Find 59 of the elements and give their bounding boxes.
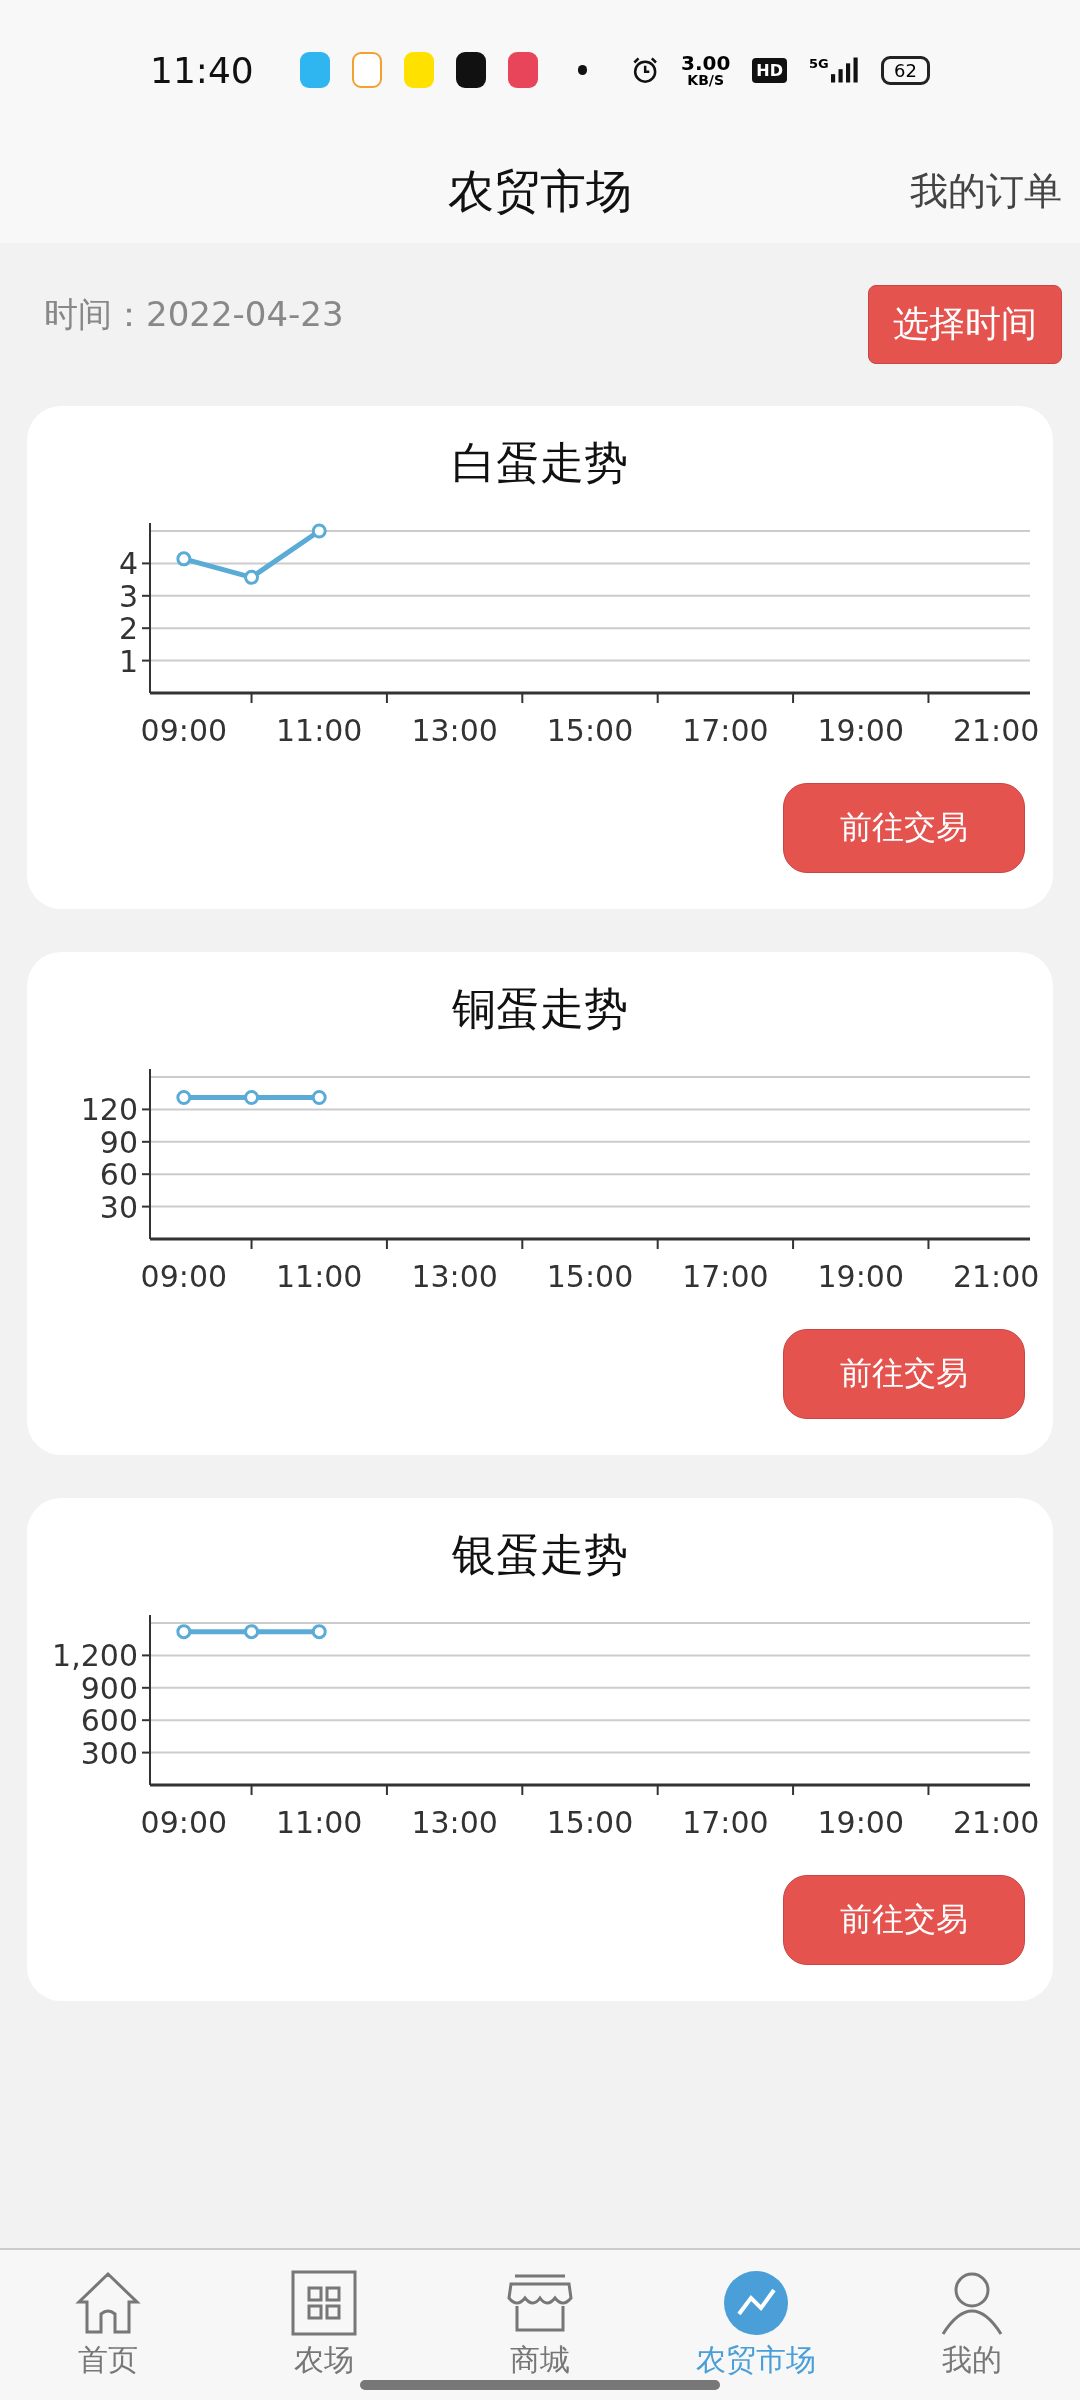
x-tick-label: 17:00: [682, 1805, 769, 1840]
battery-level: 62: [881, 55, 930, 85]
speed-unit: KB/S: [687, 73, 725, 87]
data-point: [176, 551, 192, 567]
x-tick-label: 13:00: [411, 713, 498, 748]
data-point: [311, 523, 327, 539]
app-icon: [508, 52, 539, 88]
x-tick-label: 17:00: [682, 713, 769, 748]
network-speed: 3.00: [681, 53, 731, 73]
trend-icon: [721, 2268, 791, 2338]
status-time: 11:40: [150, 49, 254, 91]
x-tick-label: 21:00: [952, 1805, 1040, 1840]
app-icon: [351, 52, 383, 88]
x-tick-label: 09:00: [140, 713, 228, 748]
x-tick-label: 15:00: [546, 1259, 634, 1294]
network-type: 5G: [809, 55, 829, 71]
nav-tab[interactable]: 首页: [8, 2250, 208, 2400]
x-tick-label: 21:00: [952, 1259, 1040, 1294]
chart-title: 铜蛋走势: [452, 982, 628, 1036]
x-tick-label: 19:00: [817, 713, 904, 748]
data-point: [244, 569, 260, 585]
x-tick-label: 11:00: [276, 1805, 363, 1840]
trade-button[interactable]: 前往交易: [783, 1875, 1025, 1965]
x-tick-label: 19:00: [817, 1805, 904, 1840]
select-time-button[interactable]: 选择时间: [868, 285, 1062, 364]
x-tick-label: 09:00: [140, 1259, 228, 1294]
app-icon: [456, 52, 487, 88]
data-point: [244, 1090, 260, 1105]
data-point: [176, 1090, 192, 1105]
hd-badge: HD: [752, 57, 788, 83]
chart-title: 白蛋走势: [452, 436, 628, 490]
app-icon: [299, 52, 330, 88]
data-point: [311, 1624, 327, 1640]
data-point: [176, 1624, 192, 1640]
chart-title: 银蛋走势: [452, 1528, 628, 1582]
grid-icon: [289, 2268, 359, 2338]
app-icon: [404, 52, 435, 88]
nav-tab[interactable]: 商城: [440, 2250, 640, 2400]
nav-tab[interactable]: 农贸市场: [656, 2250, 856, 2400]
date-label: 时间：2022-04-23: [44, 292, 344, 336]
data-point: [244, 1624, 260, 1640]
trade-button[interactable]: 前往交易: [783, 783, 1025, 873]
x-tick-label: 11:00: [276, 1259, 363, 1294]
x-tick-label: 13:00: [411, 1805, 498, 1840]
x-tick-label: 15:00: [546, 713, 634, 748]
signal-icon: [830, 55, 860, 85]
nav-tab[interactable]: 我的: [872, 2250, 1072, 2400]
my-orders-link[interactable]: 我的订单: [910, 166, 1062, 217]
nav-tab[interactable]: 农场: [224, 2250, 424, 2400]
x-tick-label: 15:00: [546, 1805, 634, 1840]
page-title: 农贸市场: [448, 162, 632, 220]
x-tick-label: 17:00: [682, 1259, 769, 1294]
x-tick-label: 11:00: [276, 713, 363, 748]
trade-button[interactable]: 前往交易: [783, 1329, 1025, 1419]
x-tick-label: 09:00: [140, 1805, 228, 1840]
x-tick-label: 19:00: [817, 1259, 904, 1294]
data-point: [311, 1090, 327, 1105]
x-tick-label: 13:00: [411, 1259, 498, 1294]
x-tick-label: 21:00: [952, 713, 1040, 748]
